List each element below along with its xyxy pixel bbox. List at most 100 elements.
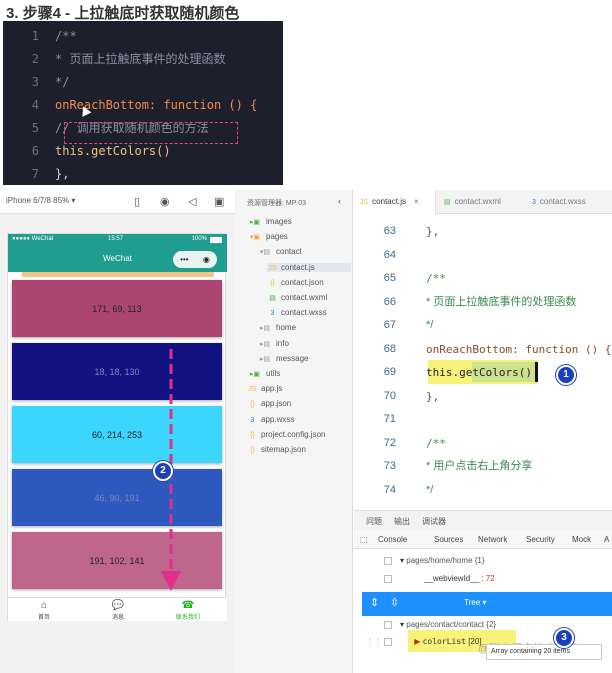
expand-all-icon[interactable]: ⇕: [370, 596, 379, 609]
phone-icon[interactable]: ▯: [134, 195, 140, 208]
tree-item-label: app.json: [261, 399, 292, 409]
step-heading: 3. 步骤4 - 上拉触底时获取随机颜色: [6, 5, 240, 22]
file-icon: JS: [360, 199, 369, 206]
tree-item-label: app.wxss: [261, 414, 295, 424]
file-icon: JS: [248, 386, 257, 394]
close-icon[interactable]: ×: [414, 197, 419, 206]
tree-item[interactable]: 3 app.wxss: [247, 414, 295, 424]
checkbox[interactable]: [384, 574, 392, 583]
close-circle-icon[interactable]: ◉: [203, 255, 210, 264]
code-text[interactable]: * 页面上拉触底事件的处理函数: [426, 291, 576, 315]
tab-network[interactable]: Network: [478, 535, 507, 544]
tree-row-home[interactable]: ▾ pages/home/home {1}: [384, 556, 485, 565]
editor-tab[interactable]: 3 contact.wxss: [526, 190, 612, 214]
tree-item[interactable]: JS app.js: [247, 384, 282, 393]
code-line: 1 /**: [3, 25, 283, 48]
tree-item[interactable]: ▸▣ utils: [247, 369, 280, 378]
code-text[interactable]: this.getColors(): [426, 361, 532, 385]
editor-line: 64: [354, 244, 612, 268]
battery-icon: [210, 237, 222, 243]
code-text[interactable]: },: [426, 385, 439, 409]
tab-security[interactable]: Security: [526, 535, 555, 544]
code-text[interactable]: * 用户点击右上角分享: [426, 455, 532, 479]
tab-message[interactable]: 💬 消息: [88, 600, 148, 621]
checkbox[interactable]: [384, 620, 392, 629]
step-badge-3: 3: [554, 628, 574, 648]
tab-bar: ⌂ 首页 💬 消息 ☎ 联系我们: [8, 597, 227, 621]
tree-item[interactable]: ▸▤ home: [257, 323, 296, 332]
checkbox[interactable]: [384, 556, 392, 565]
tree-row-webviewid[interactable]: __webviewId__ : 72: [384, 574, 495, 583]
more-icon[interactable]: •••: [180, 255, 188, 264]
line-number: 72: [383, 436, 396, 449]
file-icon: ▸▣: [249, 219, 261, 226]
expand-icon[interactable]: ▣: [214, 195, 224, 208]
tree-view-select[interactable]: Tree ▾: [464, 598, 486, 607]
line-number: 5: [31, 121, 39, 135]
tree-item[interactable]: {} app.json: [247, 399, 291, 408]
volume-icon[interactable]: ◁: [188, 195, 196, 208]
tree-item[interactable]: ▸▤ info: [257, 339, 289, 348]
tree-item[interactable]: {} project.config.json: [247, 430, 325, 439]
code-text: */: [55, 75, 70, 89]
line-number: 73: [383, 460, 396, 472]
device-select[interactable]: iPhone 6/7/8 85% ▾: [6, 196, 75, 205]
collapse-all-icon[interactable]: ⇳: [390, 596, 399, 609]
back-icon[interactable]: ‹: [338, 196, 341, 206]
tree-item[interactable]: ▸▣ images: [247, 217, 292, 226]
editor-tab-label: contact.wxml: [454, 197, 501, 206]
code-text[interactable]: /**: [426, 432, 446, 456]
tab-appdata[interactable]: A: [604, 535, 609, 544]
code-text[interactable]: */: [426, 314, 433, 338]
tab-console[interactable]: Console: [378, 535, 407, 544]
tab-problems[interactable]: 问题: [366, 516, 382, 527]
line-number: 70: [383, 389, 396, 402]
battery-label: 100%: [191, 236, 207, 242]
tree-item-label: images: [266, 217, 292, 226]
tab-output[interactable]: 输出: [394, 516, 410, 527]
capsule-menu[interactable]: ••• ◉: [173, 251, 217, 268]
tree-item[interactable]: {} contact.json: [267, 278, 324, 287]
code-text[interactable]: /**: [426, 267, 446, 291]
file-icon: JS: [268, 264, 277, 272]
code-text: },: [55, 167, 70, 181]
tree-item[interactable]: {} sitemap.json: [247, 445, 306, 454]
file-explorer: 资源管理器: MP 03 ▸▣ images ▾▣ pages ▾▤ contact JS c…: [235, 190, 353, 673]
editor-tab[interactable]: JS contact.js ×: [354, 190, 436, 214]
tree-row-colorlist[interactable]: ⋮⋮ ▶ colorList [20]: [366, 637, 482, 646]
editor-tab[interactable]: ▤ contact.wxml: [438, 190, 524, 214]
editor-line: 65 /**: [354, 267, 612, 291]
tab-mock[interactable]: Mock: [572, 535, 591, 544]
file-icon: ▸▤: [259, 340, 271, 348]
tree-item[interactable]: JS contact.js: [267, 262, 351, 272]
tree-item[interactable]: ▾▣ pages: [247, 232, 288, 241]
file-icon: ▤: [269, 295, 276, 302]
tree-item[interactable]: ▾▤ contact: [257, 247, 302, 256]
tab-contact[interactable]: ☎ 联系我们: [158, 600, 218, 621]
tree-item-label: home: [276, 323, 297, 333]
code-text[interactable]: */: [426, 479, 433, 503]
tree-item-label: utils: [266, 369, 281, 378]
checkbox[interactable]: [384, 637, 393, 646]
line-number: 7: [31, 167, 39, 181]
line-number: 66: [383, 295, 396, 308]
tree-item[interactable]: ▸▤ message: [257, 354, 309, 363]
inspect-icon[interactable]: ⬚: [360, 535, 368, 544]
tree-item[interactable]: 3 contact.wxss: [267, 308, 327, 317]
record-icon[interactable]: ◉: [160, 195, 170, 208]
tab-home[interactable]: ⌂ 首页: [14, 600, 74, 621]
file-icon: ▾▣: [249, 234, 261, 242]
code-text[interactable]: onReachBottom: function () {: [426, 338, 611, 362]
tooltip: Array containing 20 items: [486, 644, 602, 660]
tree-item-label: contact.json: [281, 277, 324, 287]
tree-item[interactable]: ▤ contact.wxml: [267, 293, 327, 302]
file-icon: ▤: [444, 199, 451, 206]
tab-debugger[interactable]: 调试器: [422, 516, 446, 527]
code-text: /**: [55, 29, 77, 43]
tab-sources[interactable]: Sources: [434, 535, 463, 544]
code-text[interactable]: },: [426, 220, 439, 244]
line-number: 68: [383, 342, 396, 355]
tree-row-contact[interactable]: ▾ pages/contact/contact {2}: [384, 620, 496, 629]
time-label: 15:57: [108, 236, 124, 242]
line-number: 74: [383, 483, 396, 496]
